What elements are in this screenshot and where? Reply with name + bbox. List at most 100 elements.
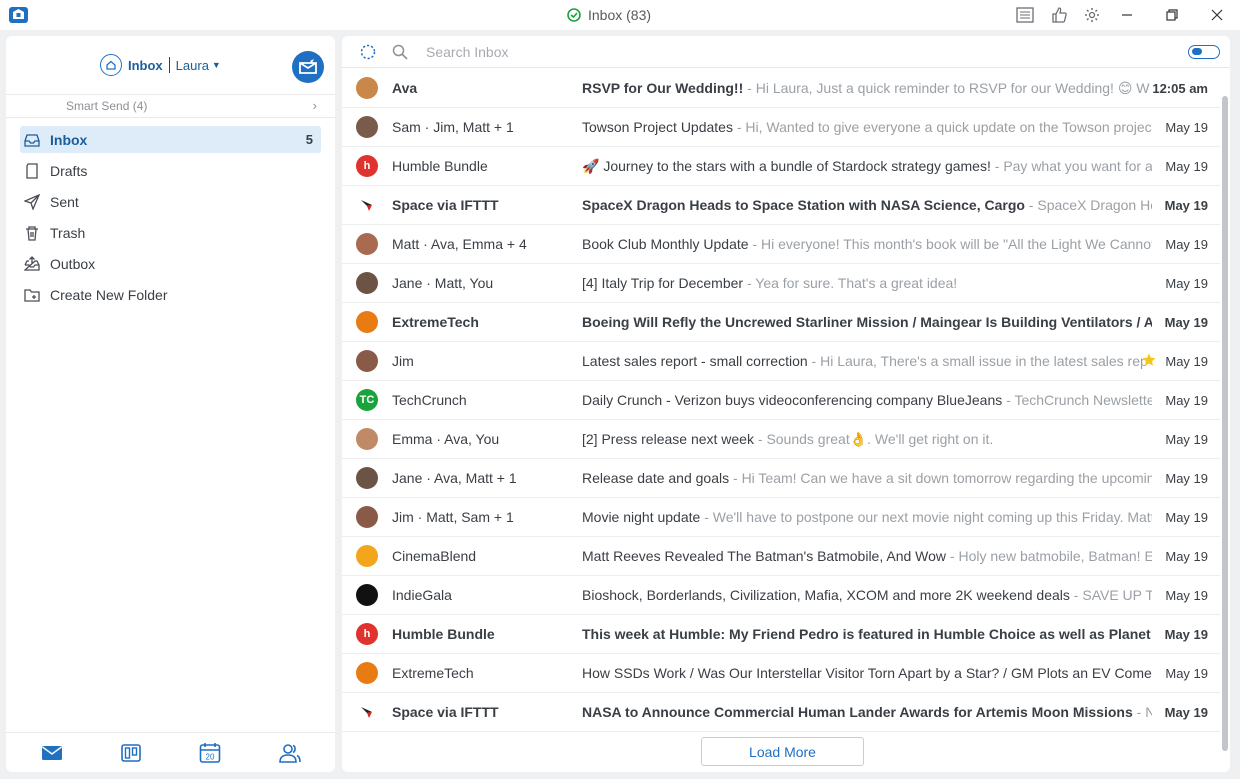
separator: - [700, 509, 713, 525]
settings-gear-icon[interactable] [1082, 5, 1102, 25]
email-row[interactable]: Matt · Ava, Emma + 4 Book Club Monthly Up… [342, 225, 1220, 264]
email-subject: How SSDs Work / Was Our Interstellar Vis… [582, 665, 1152, 681]
email-row[interactable]: Ava RSVP for Our Wedding!! - Hi Laura, Ju… [342, 69, 1220, 108]
folder-trash[interactable]: Trash [20, 219, 321, 246]
folder-label: Trash [50, 224, 86, 241]
separator: - [990, 158, 1004, 174]
email-sender: Jane · Ava, Matt + 1 [392, 470, 517, 486]
sync-icon [566, 7, 582, 23]
email-preview: Hi Laura, There's a small issue in the l… [820, 353, 1148, 369]
email-row[interactable]: h Humble Bundle This week at Humble: My Fr… [342, 615, 1220, 654]
email-date: May 19 [1165, 159, 1208, 174]
email-sender: Space via IFTTT [392, 704, 499, 720]
email-date: May 19 [1165, 237, 1208, 252]
compose-button[interactable] [292, 51, 324, 83]
avatar [356, 584, 378, 606]
email-date: May 19 [1165, 666, 1208, 681]
folder-label: Outbox [50, 255, 96, 272]
folder-label: Sent [50, 193, 79, 210]
calendar-icon[interactable]: 20 [198, 741, 222, 765]
smart-send-bar[interactable]: Smart Send (4) › [6, 94, 335, 118]
email-list: Ava RSVP for Our Wedding!! - Hi Laura, Ju… [342, 69, 1220, 732]
restore-button[interactable] [1162, 5, 1182, 25]
close-button[interactable] [1207, 5, 1227, 25]
minimize-button[interactable] [1117, 5, 1137, 25]
email-preview: NA [1145, 704, 1152, 720]
email-subject-line: Boeing Will Refly the Uncrewed Starliner… [582, 314, 1152, 330]
app-logo-icon [9, 6, 28, 23]
email-row[interactable]: IndieGala Bioshock, Borderlands, Civiliza… [342, 576, 1220, 615]
account-switcher[interactable]: Inbox Laura ▼ [100, 54, 221, 76]
email-row[interactable]: Emma · Ava, You [2] Press release next we… [342, 420, 1220, 459]
avatar [356, 350, 378, 372]
thumbs-up-icon[interactable] [1049, 5, 1069, 25]
folder-inbox[interactable]: Inbox 5 [20, 126, 321, 153]
email-row[interactable]: h Humble Bundle 🚀 Journey to the stars wit… [342, 147, 1220, 186]
email-subject-line: Daily Crunch - Verizon buys videoconfere… [582, 392, 1152, 408]
create-new-folder-button[interactable]: Create New Folder [20, 281, 321, 308]
email-date: May 19 [1165, 549, 1208, 564]
drafts-icon [24, 162, 40, 179]
search-icon[interactable] [392, 44, 408, 60]
email-sender: Space via IFTTT [392, 197, 499, 213]
search-bar [342, 36, 1230, 68]
star-icon[interactable] [1142, 353, 1156, 367]
unread-count-badge: 5 [305, 132, 313, 147]
folder-outbox[interactable]: Outbox [20, 250, 321, 277]
avatar [356, 272, 378, 294]
email-preview: We'll have to postpone our next movie ni… [712, 509, 1152, 525]
email-subject: Bioshock, Borderlands, Civilization, Maf… [582, 587, 1070, 603]
folder-label: Create New Folder [50, 286, 168, 303]
email-preview: Pay what you want for a [1003, 158, 1152, 174]
avatar [356, 662, 378, 684]
folder-sent[interactable]: Sent [20, 188, 321, 215]
email-row[interactable]: ExtremeTech How SSDs Work / Was Our Inter… [342, 654, 1220, 693]
folder-drafts[interactable]: Drafts [20, 157, 321, 184]
email-subject: Book Club Monthly Update [582, 236, 749, 252]
email-date: May 19 [1165, 354, 1208, 369]
email-subject: Boeing Will Refly the Uncrewed Starliner… [582, 314, 1152, 330]
email-row[interactable]: Jim Latest sales report - small correctio… [342, 342, 1220, 381]
message-list-panel: Ava RSVP for Our Wedding!! - Hi Laura, Ju… [342, 36, 1230, 772]
trash-icon [24, 225, 40, 241]
contacts-icon[interactable] [278, 741, 302, 765]
email-row[interactable]: CinemaBlend Matt Reeves Revealed The Batm… [342, 537, 1220, 576]
load-more-button[interactable]: Load More [701, 737, 864, 766]
email-row[interactable]: Jane · Ava, Matt + 1 Release date and goa… [342, 459, 1220, 498]
avatar [356, 545, 378, 567]
email-date: May 19 [1165, 471, 1208, 486]
folder-label: Inbox [50, 131, 88, 148]
avatar: TC [356, 389, 378, 411]
search-input[interactable] [426, 42, 826, 62]
select-all-icon[interactable] [360, 44, 376, 60]
account-name: Laura [175, 57, 209, 73]
email-row[interactable]: Jane · Matt, You [4] Italy Trip for Decem… [342, 264, 1220, 303]
avatar [356, 506, 378, 528]
email-row[interactable]: Space via IFTTT SpaceX Dragon Heads to Sp… [342, 186, 1220, 225]
focus-toggle[interactable] [1188, 45, 1220, 59]
email-date: May 19 [1164, 315, 1208, 330]
email-subject-line: [4] Italy Trip for December - Yea for su… [582, 275, 1152, 291]
kanban-board-icon[interactable] [119, 741, 143, 765]
scrollbar[interactable] [1222, 96, 1228, 751]
email-sender: Emma · Ava, You [392, 431, 500, 447]
email-row[interactable]: Jim · Matt, Sam + 1 Movie night update - … [342, 498, 1220, 537]
mail-icon[interactable] [40, 741, 64, 765]
email-subject: Movie night update [582, 509, 701, 525]
svg-text:20: 20 [206, 753, 215, 762]
email-preview: Hi Laura, Just a quick reminder to RSVP … [755, 80, 1150, 96]
toggle-knob [1192, 48, 1202, 55]
email-subject-line: Latest sales report - small correction -… [582, 353, 1152, 369]
email-row[interactable]: TC TechCrunch Daily Crunch - Verizon buys … [342, 381, 1220, 420]
reading-pane-icon[interactable] [1015, 5, 1035, 25]
email-row[interactable]: Sam · Jim, Matt + 1 Towson Project Update… [342, 108, 1220, 147]
email-row[interactable]: ExtremeTech Boeing Will Refly the Uncrewe… [342, 303, 1220, 342]
email-date: May 19 [1165, 588, 1208, 603]
email-preview: Holy new batmobile, Batman! Em [958, 548, 1152, 564]
divider [168, 57, 170, 73]
folder-list: Inbox 5 Drafts Sent Trash Outbox Create … [20, 126, 321, 312]
email-sender: ExtremeTech [392, 314, 479, 330]
email-row[interactable]: Space via IFTTT NASA to Announce Commerci… [342, 693, 1220, 732]
email-subject-line: Towson Project Updates - Hi, Wanted to g… [582, 119, 1152, 135]
separator: - [732, 119, 746, 135]
